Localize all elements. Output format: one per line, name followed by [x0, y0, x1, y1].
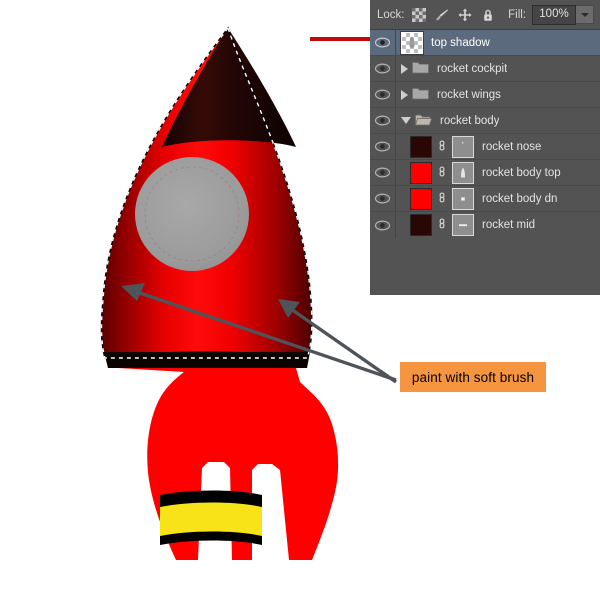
- layer-name: rocket body top: [482, 166, 561, 179]
- eye-icon[interactable]: [370, 30, 396, 55]
- layer-mask-thumbnail[interactable]: [452, 135, 474, 158]
- move-arrows-icon[interactable]: [457, 8, 472, 22]
- layer-mask-thumbnail[interactable]: [452, 161, 474, 184]
- layer-row-rocket-nose[interactable]: rocket nose: [370, 134, 600, 160]
- layer-thumbnail[interactable]: [410, 135, 432, 158]
- layer-thumbnail[interactable]: [400, 30, 424, 55]
- folder-open-icon: [415, 112, 433, 129]
- layer-mask-thumbnail[interactable]: [452, 187, 474, 210]
- rocket-nose-shape: [162, 28, 296, 147]
- layer-thumbnail[interactable]: [410, 214, 432, 236]
- layer-name: rocket wings: [437, 88, 501, 101]
- layer-row-rocket-body-top[interactable]: rocket body top: [370, 160, 600, 186]
- link-icon[interactable]: [432, 190, 452, 208]
- layers-panel: Lock: Fill: 100% top shadow rocket cockp…: [370, 0, 600, 295]
- layer-row-rocket-body[interactable]: rocket body: [370, 108, 600, 134]
- eye-icon[interactable]: [370, 212, 396, 238]
- layer-name: rocket body dn: [482, 192, 558, 205]
- layer-thumbnail[interactable]: [410, 187, 432, 210]
- layer-name: top shadow: [431, 36, 490, 49]
- fill-value[interactable]: 100%: [532, 4, 576, 25]
- layer-name: rocket nose: [482, 140, 542, 153]
- eye-icon[interactable]: [370, 186, 396, 211]
- layer-name: rocket cockpit: [437, 62, 508, 75]
- folder-icon: [412, 60, 429, 77]
- layer-row-rocket-body-dn[interactable]: rocket body dn: [370, 186, 600, 212]
- rocket-window: [135, 157, 249, 271]
- link-icon[interactable]: [432, 216, 452, 234]
- callout-paint-with-soft-brush: paint with soft brush: [400, 362, 546, 392]
- eye-icon[interactable]: [370, 56, 396, 81]
- brush-icon[interactable]: [435, 8, 449, 22]
- rocket-mid-band: [104, 351, 310, 368]
- triangle-down-icon[interactable]: [401, 117, 411, 124]
- chevron-down-icon[interactable]: [576, 5, 594, 24]
- lock-label: Lock:: [377, 8, 405, 21]
- layer-row-rocket-mid[interactable]: rocket mid: [370, 212, 600, 238]
- layer-row-top-shadow[interactable]: top shadow: [370, 30, 600, 56]
- rocket-nozzle: [160, 490, 262, 545]
- layer-row-rocket-wings[interactable]: rocket wings: [370, 82, 600, 108]
- link-icon[interactable]: [432, 138, 452, 156]
- triangle-right-icon[interactable]: [401, 89, 408, 100]
- layer-thumbnail[interactable]: [410, 161, 432, 184]
- eye-icon[interactable]: [370, 108, 396, 133]
- lock-toolbar: Lock: Fill: 100%: [370, 0, 600, 30]
- layer-name: rocket mid: [482, 219, 536, 231]
- eye-icon[interactable]: [370, 134, 396, 159]
- layer-row-rocket-cockpit[interactable]: rocket cockpit: [370, 56, 600, 82]
- eye-icon[interactable]: [370, 82, 396, 107]
- layer-name: rocket body: [440, 114, 500, 127]
- fill-label: Fill:: [508, 8, 526, 21]
- transparency-checker-icon[interactable]: [411, 7, 426, 22]
- link-icon[interactable]: [432, 164, 452, 182]
- screenshot-root: paint with soft brush Lock: Fill: 100% t…: [0, 0, 600, 600]
- folder-icon: [412, 86, 429, 103]
- fill-control: Fill: 100%: [508, 4, 594, 25]
- padlock-icon[interactable]: [481, 8, 495, 22]
- triangle-right-icon[interactable]: [401, 63, 408, 74]
- callout-label: paint with soft brush: [411, 369, 535, 385]
- eye-icon[interactable]: [370, 160, 396, 185]
- layer-mask-thumbnail[interactable]: [452, 214, 474, 236]
